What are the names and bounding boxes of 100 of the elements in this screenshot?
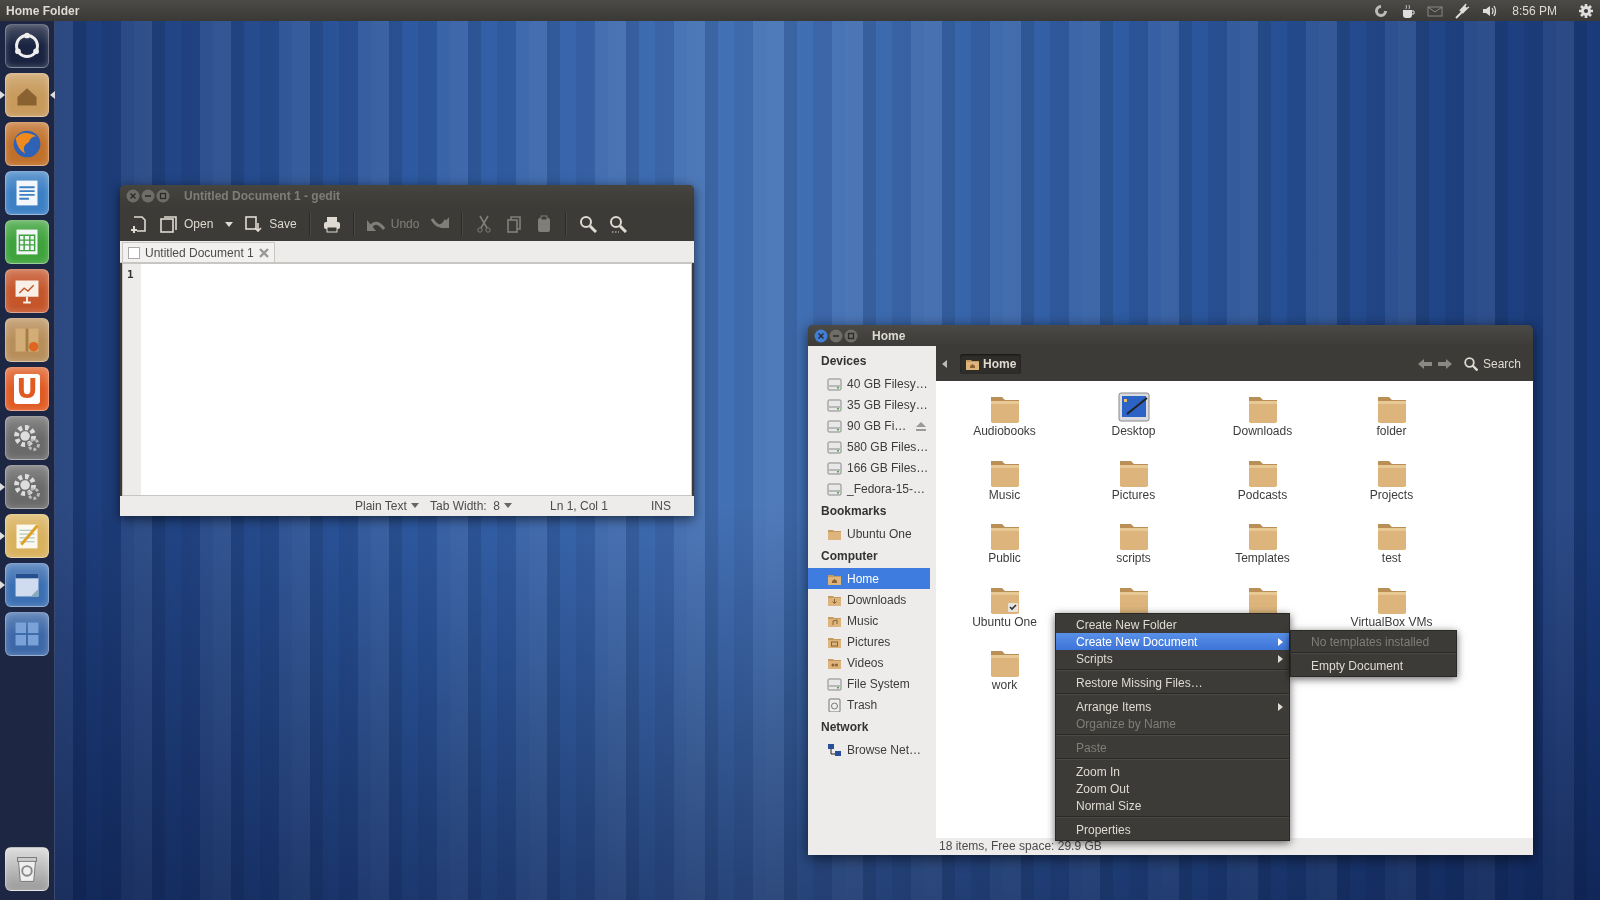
trash-icon	[827, 697, 842, 712]
file-name[interactable]: scripts	[1116, 551, 1151, 565]
status-text: INS	[651, 499, 671, 513]
sidebar-item[interactable]: 580 GB Files…	[808, 436, 930, 457]
menu-item[interactable]: Zoom Out	[1056, 780, 1289, 797]
network-icon	[827, 742, 842, 757]
maximize-button[interactable]	[844, 328, 858, 343]
sidebar-item[interactable]: Trash	[808, 694, 930, 715]
drive-icon	[827, 418, 842, 433]
close-button[interactable]	[126, 189, 140, 203]
menu-item[interactable]: Scripts	[1056, 650, 1289, 667]
menu-item[interactable]: Create New Document	[1056, 633, 1289, 650]
dash-launcher-button[interactable]	[5, 24, 49, 68]
sidebar-item[interactable]: Videos	[808, 652, 930, 673]
sidebar-item[interactable]: Browse Net…	[808, 739, 930, 760]
file-name[interactable]: Public	[988, 551, 1021, 565]
package-launcher-button[interactable]	[5, 318, 49, 362]
window-title: Home Folder	[6, 3, 81, 18]
drive-icon	[827, 439, 842, 454]
status-dropdown[interactable]: Plain Text	[355, 499, 419, 513]
menu-item[interactable]: Zoom In	[1056, 763, 1289, 780]
search-button[interactable]: Search	[1457, 355, 1527, 372]
workspaces-launcher-button[interactable]	[5, 612, 49, 656]
sidebar-item[interactable]: 40 GB Filesy…	[808, 373, 930, 394]
window-launcher-button[interactable]	[5, 563, 49, 607]
launcher-button[interactable]: U	[5, 367, 49, 411]
drive-icon	[827, 397, 842, 412]
file-name[interactable]: Music	[988, 487, 1021, 502]
forward-button[interactable]	[1437, 357, 1452, 370]
document-tab[interactable]: Untitled Document 1	[122, 242, 275, 262]
sidebar-item[interactable]: Downloads	[808, 589, 930, 610]
document-launcher-button[interactable]	[5, 171, 49, 215]
drive-icon	[827, 481, 842, 496]
drive-icon	[827, 676, 842, 691]
section-heading: Computer	[820, 548, 879, 565]
file-name[interactable]: Projects	[1369, 487, 1414, 502]
search-icon	[579, 215, 598, 233]
file-name[interactable]: VirtualBox VMs	[1350, 614, 1433, 629]
save-button[interactable]: Save	[241, 212, 301, 236]
sync-icon	[1373, 2, 1390, 19]
gears-launcher-button[interactable]	[5, 465, 49, 509]
documents-icon	[160, 215, 178, 233]
maximize-button[interactable]	[156, 189, 170, 203]
clock[interactable]: 8:56 PM	[1512, 3, 1557, 18]
sidebar-item[interactable]: 35 GB Filesy…	[808, 394, 930, 415]
close-icon[interactable]	[258, 247, 269, 258]
sidebar-item[interactable]: _Fedora-15-…	[808, 478, 930, 499]
minimize-button[interactable]	[141, 189, 155, 203]
globe-launcher-button[interactable]	[5, 122, 49, 166]
path-button[interactable]: Home	[960, 353, 1022, 374]
status-dropdown[interactable]: Tab Width: 8	[430, 499, 513, 513]
logo-letter: U	[14, 374, 40, 404]
copy-icon	[505, 215, 524, 233]
sidebar-item[interactable]: 90 GB Fi…	[808, 415, 930, 436]
back-button[interactable]	[1417, 357, 1432, 370]
menu-item[interactable]: Empty Document	[1291, 657, 1456, 674]
open-button[interactable]: Open	[156, 212, 218, 236]
back-history-button[interactable]	[942, 359, 948, 368]
search-icon	[1463, 356, 1478, 371]
file-name[interactable]: Audiobooks	[973, 424, 1036, 438]
submenu-arrow-icon	[1278, 702, 1283, 711]
window-title: Untitled Document 1 - gedit	[184, 189, 340, 203]
sidebar-item[interactable]: Pictures	[808, 631, 930, 652]
caret-icon	[225, 221, 234, 227]
menu-item[interactable]: Normal Size	[1056, 797, 1289, 814]
section-heading: Devices	[820, 353, 868, 370]
sidebar-item[interactable]: Music	[808, 610, 930, 631]
trash-launcher-button[interactable]	[5, 847, 49, 891]
sidebar-item[interactable]: Home	[808, 568, 930, 589]
file-name[interactable]: work	[991, 678, 1018, 692]
menu-item[interactable]: Arrange Items	[1056, 698, 1289, 715]
minimize-button[interactable]	[829, 328, 843, 343]
sidebar-item[interactable]: File System	[808, 673, 930, 694]
sidebar-item[interactable]: Ubuntu One	[808, 523, 930, 544]
menu-item[interactable]: Restore Missing Files…	[1056, 674, 1289, 691]
file-name[interactable]: Downloads	[1232, 424, 1293, 438]
file-name[interactable]: Ubuntu One	[972, 614, 1037, 629]
eject-icon[interactable]	[915, 420, 927, 431]
cup-icon	[1400, 2, 1417, 19]
file-name[interactable]: Templates	[1235, 551, 1290, 565]
menu-item[interactable]: Properties	[1056, 821, 1289, 838]
file-name[interactable]: Pictures	[1111, 487, 1156, 502]
settings-icon[interactable]	[1578, 2, 1594, 19]
menu-item[interactable]: Create New Folder	[1056, 616, 1289, 633]
file-name[interactable]: test	[1381, 551, 1402, 565]
line-number: 1	[127, 268, 135, 281]
file-name[interactable]: Podcasts	[1237, 487, 1288, 502]
spreadsheet-launcher-button[interactable]	[5, 220, 49, 264]
section-heading: Network	[820, 719, 870, 736]
gears-launcher-button[interactable]	[5, 416, 49, 460]
status-text: Ln 1, Col 1	[550, 499, 609, 513]
home-folder-launcher-button[interactable]	[5, 73, 49, 117]
notepad-launcher-button[interactable]	[5, 514, 49, 558]
close-button[interactable]	[814, 328, 828, 343]
presentation-launcher-button[interactable]	[5, 269, 49, 313]
file-name[interactable]: folder	[1376, 424, 1407, 438]
sidebar-item[interactable]: 166 GB Files…	[808, 457, 930, 478]
desktop-icon[interactable]	[1116, 391, 1151, 425]
window-title: Home	[872, 328, 906, 343]
file-name[interactable]: Desktop	[1111, 424, 1156, 438]
